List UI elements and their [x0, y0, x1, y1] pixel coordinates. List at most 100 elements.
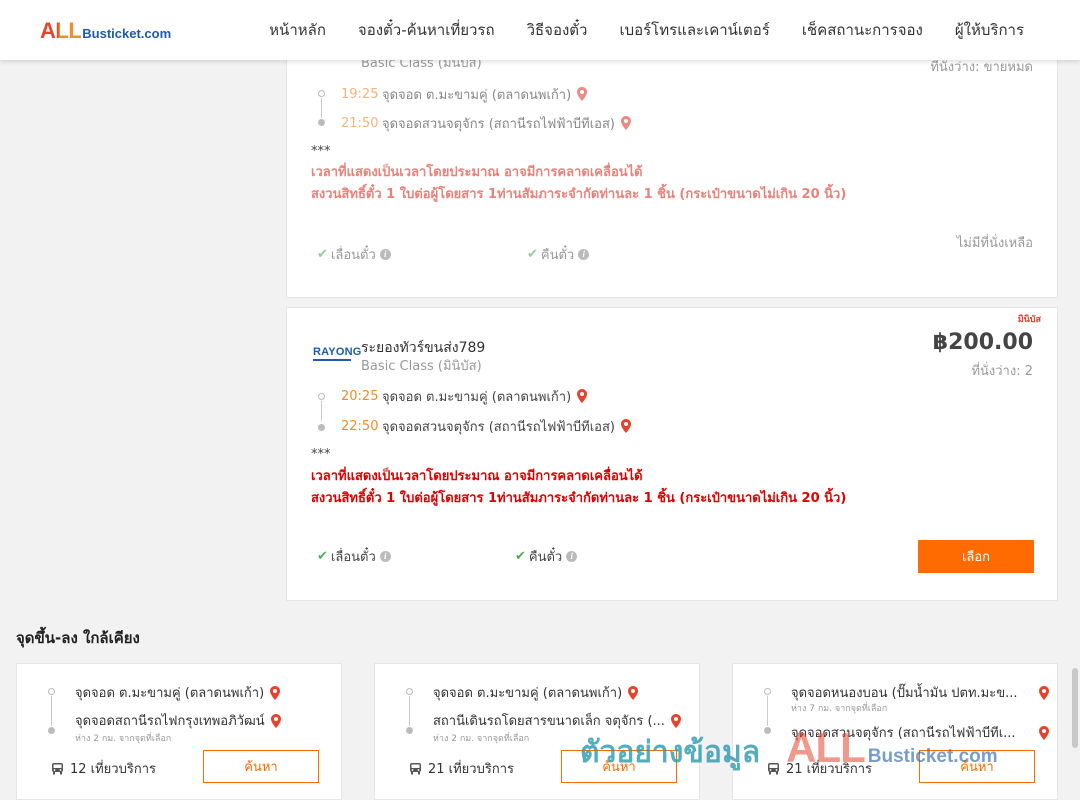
- map-pin-icon[interactable]: [1039, 725, 1049, 740]
- trip-notice: เวลาที่แสดงเป็นเวลาโดยประมาณ อาจมีการคลา…: [311, 466, 846, 510]
- departure-time: 19:25: [341, 86, 379, 102]
- policy-refund: ✔ คืนตั๋ว i: [527, 244, 590, 265]
- arrival-name: จุดจอดสวนจตุจักร (สถานีรถไฟฟ้าบีทีเอส): [382, 419, 615, 435]
- site-header: ALL Busticket.com หน้าหลัก จองตั๋ว-ค้นหา…: [0, 0, 1080, 60]
- check-icon: ✔: [317, 247, 328, 262]
- timeline-start-dot: [764, 688, 771, 695]
- logo-busticket: Busticket.com: [82, 26, 172, 41]
- nearby-card: จุดจอดหนองบอน (ปั๊มน้ำมัน ปตท.มะข... ห่า…: [732, 663, 1058, 800]
- arrival-stop: 22:50 จุดจอดสวนจตุจักร (สถานีรถไฟฟ้าบีที…: [341, 416, 631, 436]
- policy-change: ✔ เลื่อนตั๋ว i: [317, 546, 391, 567]
- bus-icon: [768, 762, 779, 774]
- nearby-trips-label: 21 เที่ยวบริการ: [428, 762, 514, 777]
- departure-stop: 19:25 จุดจอด ต.มะขามคู่ (ตลาดนพเก้า): [341, 84, 588, 104]
- nearby-trips-label: 12 เที่ยวบริการ: [70, 762, 156, 777]
- trip-card: Basic Class (มินิบัส) ที่นั่งว่าง: ขายหม…: [286, 40, 1058, 298]
- policy-change-label: เลื่อนตั๋ว: [330, 248, 376, 263]
- notice-stars: ***: [311, 144, 331, 159]
- notice-line-2: สงวนสิทธิ์ตั๋ว 1 ใบต่อผู้โดยสาร 1ท่านสัม…: [311, 491, 847, 506]
- bus-icon: [52, 762, 63, 774]
- timeline-end-dot: [406, 727, 413, 734]
- nearby-search-button[interactable]: ค้นหา: [203, 750, 319, 783]
- info-icon[interactable]: i: [379, 551, 391, 562]
- main-nav: หน้าหลัก จองตั๋ว-ค้นหาเที่ยวรถ วิธีจองตั…: [269, 0, 1024, 60]
- timeline-line: [51, 696, 52, 726]
- map-pin-icon[interactable]: [577, 389, 588, 403]
- notice-stars: ***: [311, 447, 331, 462]
- nearby-to: จุดจอดสวนจตุจักร (สถานีรถไฟฟ้าบีทีเ...: [791, 722, 1049, 743]
- timeline-line: [767, 696, 768, 726]
- timeline-line: [321, 98, 322, 118]
- nearby-to-name: จุดจอดสวนจตุจักร (สถานีรถไฟฟ้าบีทีเ...: [791, 726, 1016, 741]
- map-pin-icon[interactable]: [670, 713, 681, 728]
- nearby-to: สถานีเดินรถโดยสารขนาดเล็ก จตุจักร (...: [433, 710, 681, 731]
- map-pin-icon[interactable]: [1039, 685, 1049, 700]
- nearby-distance: ห่าง 2 กม. จากจุดที่เลือก: [75, 734, 172, 744]
- nearby-from-name: จุดจอด ต.มะขามคู่ (ตลาดนพเก้า): [75, 686, 265, 701]
- timeline-start-dot: [48, 688, 55, 695]
- bus-icon: [410, 762, 421, 774]
- timeline-end-dot: [318, 119, 325, 126]
- logo-underline: [313, 359, 351, 361]
- nav-how-to-book[interactable]: วิธีจองตั๋ว: [527, 18, 588, 42]
- ticket-price: ฿200.00: [932, 330, 1033, 355]
- policy-change-label: เลื่อนตั๋ว: [330, 550, 376, 565]
- info-icon[interactable]: i: [566, 551, 578, 562]
- select-trip-button[interactable]: เลือก: [918, 540, 1034, 573]
- nearby-from-name: จุดจอดหนองบอน (ปั๊มน้ำมัน ปตท.มะข...: [791, 686, 1018, 701]
- map-pin-icon[interactable]: [620, 116, 631, 130]
- arrival-time: 22:50: [341, 418, 379, 434]
- nearby-trip-count: 21 เที่ยวบริการ: [767, 758, 872, 779]
- policy-refund-label: คืนตั๋ว: [540, 248, 575, 263]
- nearby-to-name: จุดจอดสถานีรถไฟกรุงเทพอภิวัฒน์: [75, 714, 265, 729]
- nearby-section-title: จุดขึ้น-ลง ใกล้เคียง: [16, 629, 140, 647]
- timeline-start-dot: [318, 393, 325, 400]
- nearby-trip-count: 12 เที่ยวบริการ: [51, 758, 156, 779]
- check-icon: ✔: [317, 549, 328, 564]
- map-pin-icon[interactable]: [628, 685, 639, 700]
- info-icon[interactable]: i: [379, 249, 391, 260]
- arrival-time: 21:50: [341, 115, 379, 131]
- arrival-stop: 21:50 จุดจอดสวนจตุจักร (สถานีรถไฟฟ้าบีที…: [341, 113, 631, 133]
- map-pin-icon[interactable]: [270, 713, 281, 728]
- arrival-name: จุดจอดสวนจตุจักร (สถานีรถไฟฟ้าบีทีเอส): [382, 116, 615, 132]
- nearby-from: จุดจอด ต.มะขามคู่ (ตลาดนพเก้า): [433, 682, 639, 703]
- nearby-search-button[interactable]: ค้นหา: [561, 750, 677, 783]
- nav-operators[interactable]: ผู้ให้บริการ: [955, 18, 1024, 42]
- nav-home[interactable]: หน้าหลัก: [269, 18, 326, 42]
- timeline-start-dot: [318, 90, 325, 97]
- departure-time: 20:25: [341, 388, 379, 404]
- operator-logo: RAYONG: [313, 346, 361, 361]
- site-logo[interactable]: ALL Busticket.com: [40, 18, 171, 44]
- map-pin-icon[interactable]: [577, 87, 588, 101]
- departure-name: จุดจอด ต.มะขามคู่ (ตลาดนพเก้า): [382, 389, 572, 405]
- nav-book-search[interactable]: จองตั๋ว-ค้นหาเที่ยวรถ: [358, 18, 495, 42]
- trip-notice: เวลาที่แสดงเป็นเวลาโดยประมาณ อาจมีการคลา…: [311, 162, 846, 206]
- bus-class: Basic Class (มินิบัส): [361, 359, 482, 374]
- nearby-search-button[interactable]: ค้นหา: [919, 750, 1035, 783]
- nearby-from-name: จุดจอด ต.มะขามคู่ (ตลาดนพเก้า): [433, 686, 623, 701]
- nearby-trips-label: 21 เที่ยวบริการ: [786, 762, 872, 777]
- nearby-card: จุดจอด ต.มะขามคู่ (ตลาดนพเก้า) สถานีเดิน…: [374, 663, 700, 800]
- page-scrollbar[interactable]: [1072, 668, 1078, 748]
- map-pin-icon[interactable]: [620, 419, 631, 433]
- logo-all: ALL: [40, 18, 82, 43]
- operator-logo-text: RAYONG: [313, 346, 362, 358]
- nav-booking-status[interactable]: เช็คสถานะการจอง: [802, 18, 923, 42]
- no-seat-label: ไม่มีที่นั่งเหลือ: [956, 236, 1033, 251]
- timeline-end-dot: [318, 424, 325, 431]
- departure-name: จุดจอด ต.มะขามคู่ (ตลาดนพเก้า): [382, 87, 572, 103]
- timeline-start-dot: [406, 688, 413, 695]
- info-icon[interactable]: i: [578, 249, 590, 260]
- map-pin-icon[interactable]: [270, 685, 281, 700]
- nav-contact[interactable]: เบอร์โทรและเคาน์เตอร์: [619, 18, 769, 42]
- timeline-end-dot: [48, 727, 55, 734]
- timeline-line: [409, 696, 410, 726]
- nearby-to: จุดจอดสถานีรถไฟกรุงเทพอภิวัฒน์: [75, 710, 281, 731]
- nearby-trip-count: 21 เที่ยวบริการ: [409, 758, 514, 779]
- nearby-from: จุดจอดหนองบอน (ปั๊มน้ำมัน ปตท.มะข...: [791, 682, 1049, 703]
- trip-card: มินิบัส RAYONG ระยองทัวร์ขนส่ง789 Basic …: [286, 307, 1058, 601]
- nearby-distance: ห่าง 2 กม. จากจุดที่เลือก: [433, 734, 530, 744]
- check-icon: ✔: [527, 247, 538, 262]
- notice-line-1: เวลาที่แสดงเป็นเวลาโดยประมาณ อาจมีการคลา…: [311, 165, 643, 180]
